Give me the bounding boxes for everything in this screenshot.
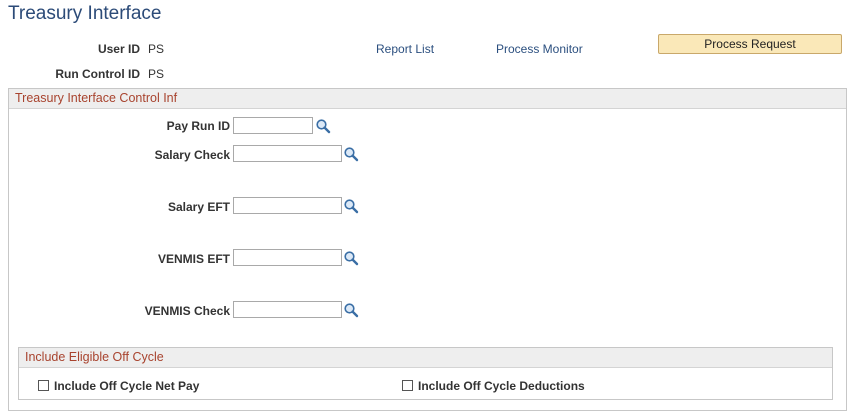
include-off-cycle-net-pay-checkbox[interactable] xyxy=(38,380,49,391)
venmis-check-lookup-icon[interactable] xyxy=(343,302,359,318)
user-id-value: PS xyxy=(148,42,165,56)
report-list-link[interactable]: Report List xyxy=(376,42,434,56)
pay-run-id-input[interactable] xyxy=(233,117,313,134)
process-request-button[interactable]: Process Request xyxy=(658,34,842,54)
venmis-check-input[interactable] xyxy=(233,301,342,318)
control-group-title: Treasury Interface Control Inf xyxy=(9,89,846,109)
user-id-label: User ID xyxy=(97,42,140,56)
include-off-cycle-deductions-checkbox[interactable] xyxy=(402,380,413,391)
pay-run-id-lookup-icon[interactable] xyxy=(315,118,331,134)
page-title: Treasury Interface xyxy=(8,3,162,24)
pay-run-id-label: Pay Run ID xyxy=(166,119,230,133)
venmis-eft-label: VENMIS EFT xyxy=(157,252,230,266)
salary-eft-label: Salary EFT xyxy=(167,200,230,214)
salary-check-lookup-icon[interactable] xyxy=(343,146,359,162)
off-cycle-group-title: Include Eligible Off Cycle xyxy=(19,348,832,368)
salary-check-label: Salary Check xyxy=(154,148,230,162)
include-off-cycle-deductions-label: Include Off Cycle Deductions xyxy=(418,379,585,393)
salary-eft-input[interactable] xyxy=(233,197,342,214)
process-monitor-link[interactable]: Process Monitor xyxy=(496,42,583,56)
salary-eft-lookup-icon[interactable] xyxy=(343,198,359,214)
venmis-eft-input[interactable] xyxy=(233,249,342,266)
venmis-check-label: VENMIS Check xyxy=(144,304,230,318)
include-off-cycle-net-pay-label: Include Off Cycle Net Pay xyxy=(54,379,200,393)
run-control-id-label: Run Control ID xyxy=(55,67,140,81)
run-control-id-value: PS xyxy=(148,67,165,81)
salary-check-input[interactable] xyxy=(233,145,342,162)
venmis-eft-lookup-icon[interactable] xyxy=(343,250,359,266)
